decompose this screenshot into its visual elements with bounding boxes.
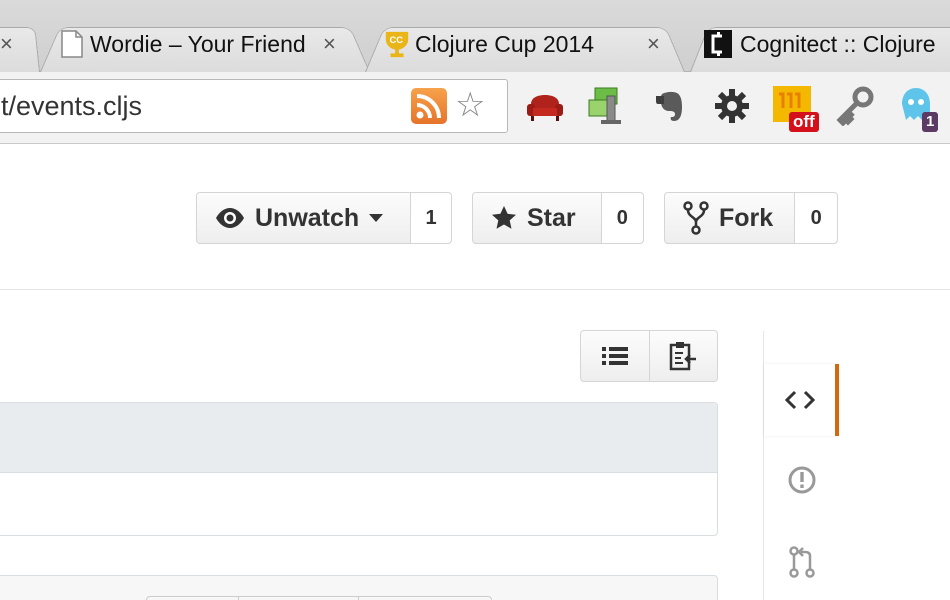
evernote-icon[interactable] [650,86,690,126]
browser-tab-previous[interactable]: × [0,20,40,72]
network-monitor-icon[interactable] [585,86,625,126]
tab-title: Wordie – Your Friend [90,31,306,57]
star-icon [492,206,516,229]
repo-side-nav [763,331,950,600]
off-extension-icon[interactable]: off [773,86,819,132]
watch-button-group: Unwatch 1 [196,192,452,244]
clojure-cup-icon: CC [385,31,409,58]
eye-icon [216,208,244,228]
tab-title: Cognitect :: Clojure [740,31,936,57]
address-bar-url[interactable]: t/events.cljs [1,91,142,122]
browser-tab-clojure-cup[interactable]: CC Clojure Cup 2014 × [365,20,685,72]
browser-tab-strip: × Wordie – Your Friend × CC Clojure Cup … [0,0,950,72]
fork-button[interactable]: Fork [665,193,796,243]
file-content-box [0,402,718,536]
browser-toolbar: t/events.cljs ☆ off 1 [0,72,950,144]
repository-page: Unwatch 1 Star 0 Fork 0 [0,145,950,600]
star-label: Star [527,203,576,232]
page-icon [61,30,83,58]
sofa-icon[interactable] [525,86,565,126]
nav-code[interactable] [764,364,839,436]
browser-tab-cognitect[interactable]: Cognitect :: Clojure [690,20,950,72]
address-bar[interactable]: t/events.cljs ☆ [0,79,508,133]
bookmark-star-icon[interactable]: ☆ [455,86,485,124]
fork-icon [683,201,709,235]
file-view-button-group [580,330,718,382]
rss-feed-icon[interactable] [411,88,447,124]
fork-label: Fork [719,203,774,232]
file-actions-box [0,575,718,600]
key-icon[interactable] [835,86,875,126]
unwatch-label: Unwatch [255,203,360,232]
file-header [0,403,717,473]
list-view-button[interactable] [581,331,650,381]
list-icon [601,347,628,365]
svg-text:CC: CC [390,35,404,45]
tab-close-icon[interactable]: × [0,31,13,57]
tab-close-icon[interactable]: × [647,31,660,57]
star-button-group: Star 0 [472,192,644,244]
caret-down-icon [369,214,384,222]
pull-request-icon [788,546,815,578]
ghostery-icon[interactable]: 1 [898,86,939,132]
star-button[interactable]: Star [473,193,602,243]
extension-badge: 1 [922,112,939,132]
clipboard-icon [670,342,697,371]
nav-pull-requests[interactable] [764,526,839,598]
tab-close-icon[interactable]: × [323,31,336,57]
issues-icon [788,466,815,494]
repo-pagehead: Unwatch 1 Star 0 Fork 0 [0,145,950,290]
stargazers-count[interactable]: 0 [601,193,643,243]
copy-path-button[interactable] [650,331,718,381]
browser-tab-wordie[interactable]: Wordie – Your Friend × [40,20,370,72]
unwatch-button[interactable]: Unwatch [197,193,411,243]
file-actions-buttons [146,596,492,600]
code-icon [784,390,815,410]
nav-issues[interactable] [764,444,839,516]
tab-title: Clojure Cup 2014 [415,31,595,57]
fork-button-group: Fork 0 [664,192,838,244]
cognitect-icon [704,30,732,58]
extension-badge: off [789,112,819,132]
forks-count[interactable]: 0 [795,193,837,243]
watchers-count[interactable]: 1 [411,193,451,243]
settings-gear-icon[interactable] [712,86,752,126]
